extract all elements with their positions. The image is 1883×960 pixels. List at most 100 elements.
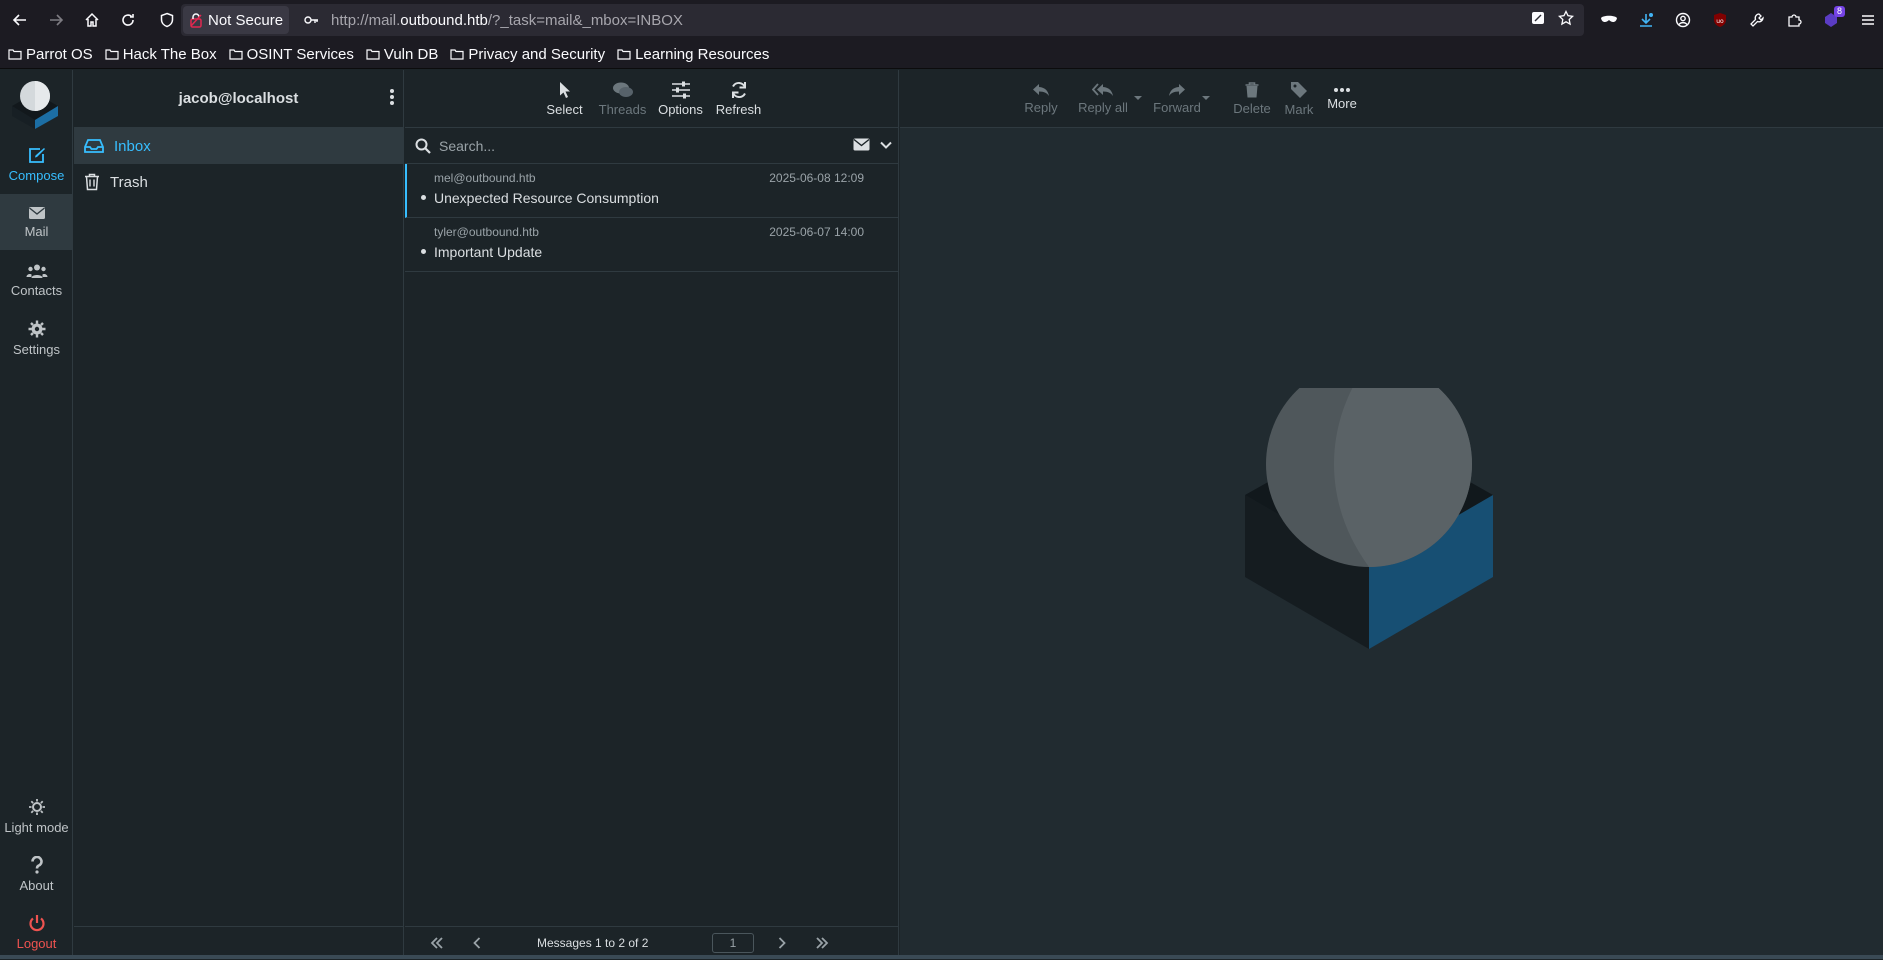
message-row[interactable]: tyler@outbound.htb 2025-06-07 14:00 Impo… <box>405 218 898 272</box>
kebab-menu-icon <box>390 89 394 105</box>
page-translate-icon[interactable] <box>1530 10 1546 26</box>
back-button[interactable] <box>5 5 35 35</box>
message-status-dot[interactable] <box>421 249 426 254</box>
folder-inbox[interactable]: Inbox <box>74 128 403 164</box>
message-preview-pane: Reply Reply all Forward Delete Mark More <box>900 70 1883 959</box>
contacts-button[interactable]: Contacts <box>0 252 73 308</box>
wrench-icon[interactable] <box>1742 5 1772 35</box>
search-options-toggle[interactable] <box>880 141 892 149</box>
task-menu: Compose Mail Contacts Settings Light mod… <box>0 70 73 959</box>
folders-header: jacob@localhost <box>74 70 403 128</box>
bookmark-label: Vuln DB <box>383 45 439 63</box>
envelope-icon <box>28 206 45 219</box>
tag-icon <box>1291 82 1307 98</box>
folder-label: Inbox <box>114 137 151 155</box>
url-prefix: http://mail. <box>331 11 401 29</box>
ublock-icon[interactable]: uo <box>1705 5 1735 35</box>
downloads-icon[interactable] <box>1631 5 1661 35</box>
reply-all-label: Reply all <box>1078 100 1128 115</box>
url-suffix: /?_task=mail&_mbox=INBOX <box>487 11 683 29</box>
mail-button[interactable]: Mail <box>0 194 73 250</box>
refresh-button[interactable]: Refresh <box>711 70 767 127</box>
bookmark-privacy-and-security[interactable]: Privacy and Security <box>450 46 605 63</box>
message-date: 2025-06-07 14:00 <box>769 225 864 239</box>
message-subject: Important Update <box>434 244 543 260</box>
address-bar[interactable]: Not Secure http://mail.outbound.htb/?_ta… <box>181 4 1584 36</box>
extensions-puzzle-icon[interactable] <box>1779 5 1809 35</box>
forward-button[interactable] <box>41 5 71 35</box>
delete-button[interactable]: Delete <box>1227 70 1277 128</box>
double-chevron-left-icon <box>430 937 443 949</box>
options-button[interactable]: Options <box>653 70 709 127</box>
url-text[interactable]: http://mail.outbound.htb/?_task=mail&_mb… <box>331 12 683 29</box>
more-button[interactable]: More <box>1322 70 1362 128</box>
mark-button[interactable]: Mark <box>1279 70 1319 128</box>
forward-button[interactable]: Forward <box>1148 70 1206 128</box>
app-menu-icon[interactable] <box>1853 5 1883 35</box>
message-subject: Unexpected Resource Consumption <box>434 190 659 206</box>
message-status-dot[interactable] <box>421 195 426 200</box>
bookmark-parrot-os[interactable]: Parrot OS <box>8 46 93 63</box>
last-page-button[interactable] <box>802 937 842 949</box>
previous-page-button[interactable] <box>457 937 497 949</box>
compose-pencil-icon <box>28 147 45 163</box>
bookmark-label: Privacy and Security <box>468 45 606 63</box>
roundcube-logo[interactable] <box>7 74 63 130</box>
tracking-shield-icon[interactable] <box>152 0 182 40</box>
refresh-icon <box>731 81 746 98</box>
reload-button[interactable] <box>113 5 143 35</box>
broken-lock-icon <box>190 13 202 28</box>
threads-button[interactable]: Threads <box>595 70 651 127</box>
folder-icon <box>229 49 243 60</box>
message-list-pane: Select Threads Options Refresh Search...… <box>405 70 899 959</box>
list-toolbar: Select Threads Options Refresh <box>405 70 898 128</box>
bookmark-osint-services[interactable]: OSINT Services <box>229 46 354 63</box>
forward-arrow-icon <box>50 14 64 26</box>
reply-icon <box>1033 84 1049 96</box>
bookmark-star-icon[interactable] <box>1558 10 1574 26</box>
reload-icon <box>122 14 134 26</box>
key-icon[interactable] <box>303 12 319 28</box>
bookmark-vuln-db[interactable]: Vuln DB <box>366 46 438 63</box>
mark-label: Mark <box>1284 102 1314 117</box>
settings-label: Settings <box>13 341 60 357</box>
site-security-indicator[interactable]: Not Secure <box>183 6 290 34</box>
window-bottom-edge <box>0 955 1883 959</box>
reply-button[interactable]: Reply <box>1016 70 1066 128</box>
bookmark-learning-resources[interactable]: Learning Resources <box>617 46 769 63</box>
cursor-pointer-icon <box>559 81 570 98</box>
message-toolbar: Reply Reply all Forward Delete Mark More <box>900 70 1883 128</box>
home-button[interactable] <box>77 5 107 35</box>
folder-icon <box>617 49 631 60</box>
extension-badge-icon[interactable]: 8 <box>1816 5 1846 35</box>
private-mask-icon[interactable] <box>1594 5 1624 35</box>
folder-actions-menu-button[interactable] <box>389 88 395 106</box>
page-number-input[interactable]: 1 <box>712 933 754 953</box>
reply-all-button[interactable]: Reply all <box>1070 70 1136 128</box>
compose-label: Compose <box>8 167 65 183</box>
double-chevron-right-icon <box>816 937 829 949</box>
bookmark-hack-the-box[interactable]: Hack The Box <box>105 46 217 63</box>
about-button[interactable]: About <box>0 846 73 902</box>
bookmark-label: Parrot OS <box>26 45 93 63</box>
message-row[interactable]: mel@outbound.htb 2025-06-08 12:09 Unexpe… <box>405 164 898 218</box>
account-icon[interactable] <box>1668 5 1698 35</box>
forward-dropdown-caret[interactable] <box>1202 96 1210 100</box>
light-mode-button[interactable]: Light mode <box>0 788 73 844</box>
search-input[interactable] <box>439 137 819 154</box>
folder-icon <box>366 49 380 60</box>
settings-button[interactable]: Settings <box>0 310 73 366</box>
next-page-button[interactable] <box>762 937 802 949</box>
reply-all-dropdown-caret[interactable] <box>1134 96 1142 100</box>
first-page-button[interactable] <box>417 937 457 949</box>
logout-button[interactable]: Logout <box>0 904 73 960</box>
folder-trash[interactable]: Trash <box>74 164 403 200</box>
trash-icon <box>85 173 99 191</box>
url-host: outbound.htb <box>400 11 488 29</box>
sliders-icon <box>671 81 690 98</box>
more-label: More <box>1327 96 1357 111</box>
select-button[interactable]: Select <box>537 70 593 127</box>
compose-button[interactable]: Compose <box>0 136 73 192</box>
folder-pane: jacob@localhost Inbox Trash <box>74 70 404 959</box>
search-scope-button[interactable] <box>853 138 870 151</box>
